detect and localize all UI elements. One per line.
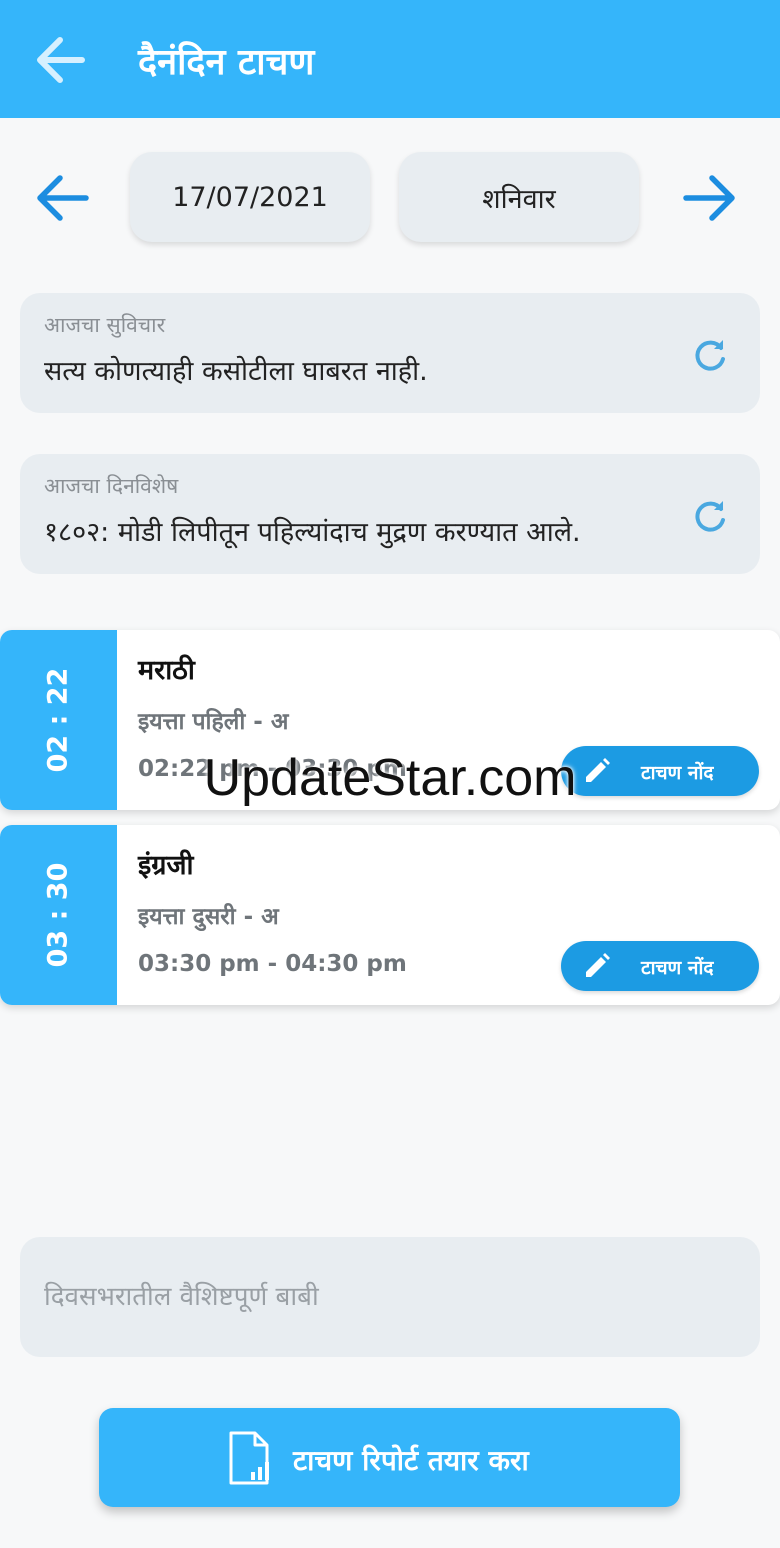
lesson-note-button[interactable]: टाचण नोंद (561, 941, 759, 991)
next-day-arrow-icon[interactable] (678, 166, 742, 230)
prev-day-arrow-icon[interactable] (30, 166, 94, 230)
lesson-note-button[interactable]: टाचण नोंद (561, 746, 759, 796)
generate-report-button[interactable]: टाचण रिपोर्ट तयार करा (99, 1408, 680, 1507)
day-special-label: आजचा दिनविशेष (44, 474, 179, 498)
refresh-icon[interactable] (690, 335, 730, 375)
pencil-icon (586, 758, 610, 782)
period-class: इयत्ता दुसरी - अ (138, 904, 279, 930)
daily-highlights-input[interactable] (44, 1237, 734, 1357)
app-bar: दैनंदिन टाचण (0, 0, 780, 118)
period-time-range: 02:22 pm - 03:30 pm (138, 756, 407, 782)
period-start-time: 03 : 30 (42, 862, 74, 968)
day-selector[interactable]: शनिवार (399, 152, 639, 242)
period-card: 02 : 22 मराठी इयत्ता पहिली - अ 02:22 pm … (0, 630, 780, 810)
day-special-text: १८०२: मोडी लिपीतून पहिल्यांदाच मुद्रण कर… (44, 517, 581, 548)
pencil-icon (586, 953, 610, 977)
refresh-icon[interactable] (690, 496, 730, 536)
date-value: 17/07/2021 (172, 181, 328, 213)
day-special-card: आजचा दिनविशेष १८०२: मोडी लिपीतून पहिल्या… (20, 454, 760, 574)
period-time-strip: 03 : 30 (0, 825, 117, 1005)
arrow-left-icon[interactable] (28, 28, 92, 92)
lesson-note-label: टाचण नोंद (641, 762, 714, 784)
period-subject: इंग्रजी (138, 850, 194, 881)
period-subject: मराठी (138, 655, 195, 686)
lesson-note-label: टाचण नोंद (641, 957, 714, 979)
period-card: 03 : 30 इंग्रजी इयत्ता दुसरी - अ 03:30 p… (0, 825, 780, 1005)
daily-highlights-field (20, 1237, 760, 1357)
period-time-strip: 02 : 22 (0, 630, 117, 810)
period-time-range: 03:30 pm - 04:30 pm (138, 951, 407, 977)
period-class: इयत्ता पहिली - अ (138, 709, 289, 735)
thought-label: आजचा सुविचार (44, 313, 166, 337)
page-title: दैनंदिन टाचण (138, 42, 315, 83)
thought-text: सत्य कोणत्याही कसोटीला घाबरत नाही. (44, 356, 428, 387)
day-value: शनिवार (482, 183, 556, 215)
report-document-icon (229, 1431, 269, 1485)
date-selector[interactable]: 17/07/2021 (130, 152, 370, 242)
generate-report-label: टाचण रिपोर्ट तयार करा (293, 1444, 529, 1477)
thought-of-the-day-card: आजचा सुविचार सत्य कोणत्याही कसोटीला घाबर… (20, 293, 760, 413)
period-start-time: 02 : 22 (42, 667, 74, 773)
